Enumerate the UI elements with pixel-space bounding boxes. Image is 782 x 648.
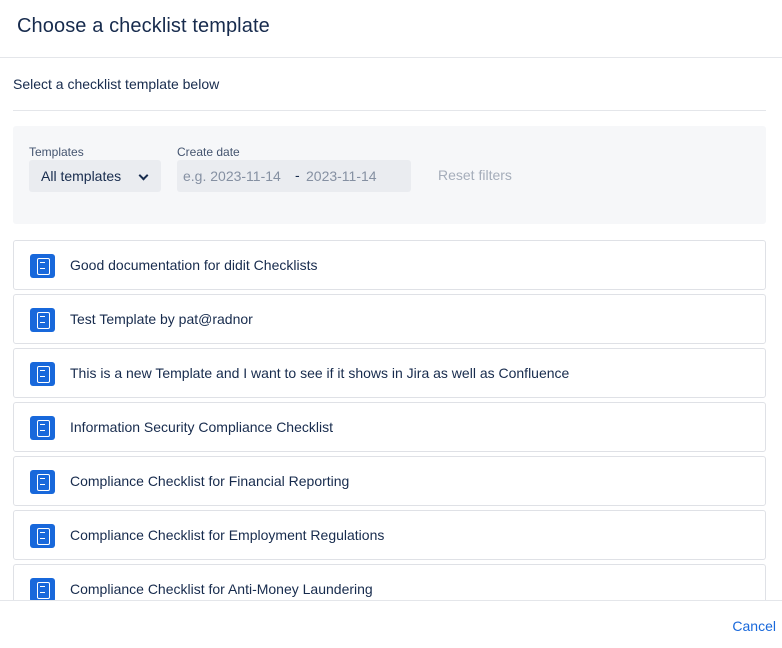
- page-icon: [30, 524, 55, 548]
- page-icon: [30, 470, 55, 494]
- modal-footer: Cancel: [0, 600, 782, 648]
- modal-subtitle: Select a checklist template below: [13, 76, 220, 92]
- create-date-range: -: [177, 160, 411, 192]
- cancel-button[interactable]: Cancel: [732, 618, 776, 634]
- template-name: Information Security Compliance Checklis…: [70, 419, 333, 435]
- date-range-separator: -: [295, 167, 300, 183]
- date-to-input[interactable]: [306, 160, 406, 192]
- templates-filter-select[interactable]: All templates: [29, 160, 161, 192]
- templates-filter-label: Templates: [29, 145, 84, 159]
- page-icon: [30, 416, 55, 440]
- modal-title: Choose a checklist template: [17, 15, 270, 37]
- page-icon: [30, 308, 55, 332]
- page-icon: [30, 362, 55, 386]
- chevron-down-icon: [138, 170, 149, 181]
- date-from-input[interactable]: [183, 160, 291, 192]
- divider: [13, 110, 766, 111]
- reset-filters-button[interactable]: Reset filters: [438, 167, 512, 183]
- template-item[interactable]: Compliance Checklist for Employment Regu…: [13, 510, 766, 560]
- template-name: Compliance Checklist for Anti-Money Laun…: [70, 581, 373, 597]
- template-item[interactable]: Test Template by pat@radnor: [13, 294, 766, 344]
- page-icon: [30, 254, 55, 278]
- templates-filter-value: All templates: [41, 168, 122, 184]
- template-item[interactable]: Compliance Checklist for Financial Repor…: [13, 456, 766, 506]
- template-name: This is a new Template and I want to see…: [70, 365, 570, 381]
- template-item[interactable]: This is a new Template and I want to see…: [13, 348, 766, 398]
- template-item[interactable]: Information Security Compliance Checklis…: [13, 402, 766, 452]
- create-date-label: Create date: [177, 145, 240, 159]
- template-name: Compliance Checklist for Employment Regu…: [70, 527, 385, 543]
- template-name: Good documentation for didit Checklists: [70, 257, 318, 273]
- filter-panel: Templates All templates Create date - Re…: [13, 126, 766, 224]
- template-item[interactable]: Good documentation for didit Checklists: [13, 240, 766, 290]
- template-name: Test Template by pat@radnor: [70, 311, 253, 327]
- modal-header: Choose a checklist template: [0, 0, 782, 58]
- template-name: Compliance Checklist for Financial Repor…: [70, 473, 350, 489]
- template-item[interactable]: Compliance Checklist for Anti-Money Laun…: [13, 564, 766, 600]
- template-list: Good documentation for didit Checklists …: [13, 240, 766, 600]
- page-icon: [30, 578, 55, 600]
